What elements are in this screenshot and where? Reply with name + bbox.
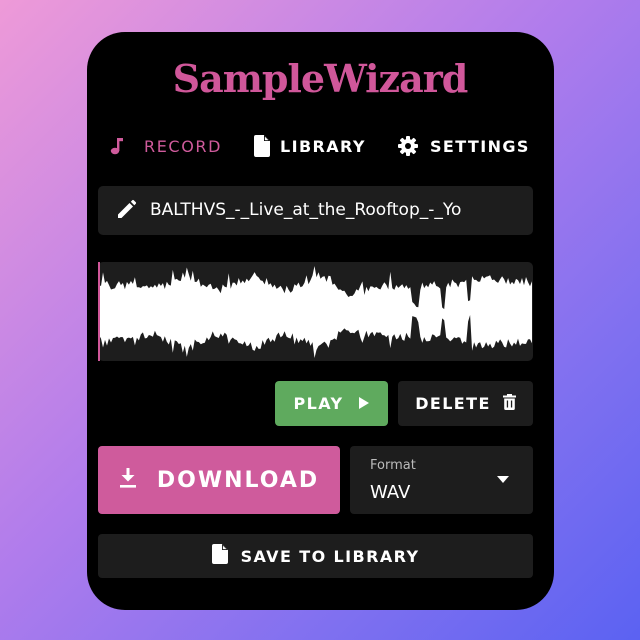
download-button[interactable]: DOWNLOAD (98, 446, 340, 514)
play-button[interactable]: PLAY (275, 381, 388, 426)
gear-icon (398, 136, 418, 156)
app-logo: SampleWizard (172, 56, 469, 101)
delete-button[interactable]: DELETE (398, 381, 533, 426)
download-button-label: DOWNLOAD (156, 467, 320, 493)
trash-icon (502, 393, 516, 414)
music-note-icon (110, 137, 124, 155)
filename-field[interactable]: BALTHVS_-_Live_at_the_Rooftop_-_Yo (98, 186, 533, 235)
play-icon (359, 394, 370, 413)
caret-down-icon[interactable] (497, 476, 509, 483)
delete-button-label: DELETE (415, 394, 491, 413)
format-value[interactable]: WAV (370, 482, 410, 503)
tab-settings[interactable]: SETTINGS (398, 133, 530, 159)
save-to-library-button[interactable]: SAVE TO LIBRARY (98, 534, 533, 578)
tab-record[interactable]: RECORD (110, 133, 222, 159)
document-icon (252, 135, 270, 157)
waveform-display[interactable] (98, 262, 533, 361)
playhead-cursor[interactable] (98, 262, 100, 361)
save-to-library-label: SAVE TO LIBRARY (240, 546, 420, 566)
document-icon (211, 544, 228, 568)
tab-settings-label: SETTINGS (430, 136, 530, 156)
download-icon (119, 468, 137, 492)
tab-library-label: LIBRARY (280, 136, 366, 156)
format-select[interactable]: Format WAV (350, 446, 533, 514)
pencil-icon[interactable] (115, 199, 137, 225)
tab-library[interactable]: LIBRARY (252, 133, 366, 159)
tab-record-label: RECORD (144, 136, 223, 156)
filename-text[interactable]: BALTHVS_-_Live_at_the_Rooftop_-_Yo (150, 200, 472, 220)
format-label: Format (370, 458, 416, 473)
play-button-label: PLAY (293, 394, 344, 413)
